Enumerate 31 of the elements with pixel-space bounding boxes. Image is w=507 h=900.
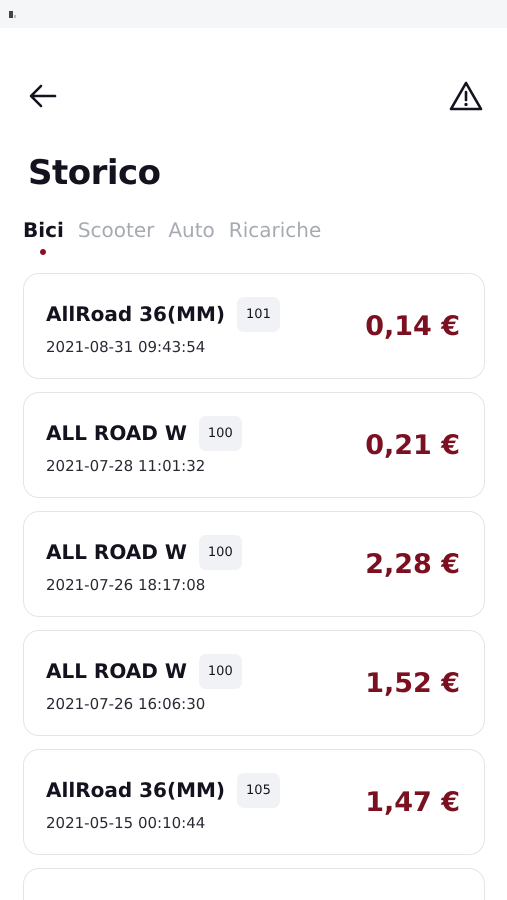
- ride-card[interactable]: ALL ROAD W 100 2021-07-26 18:17:08 2,28 €: [23, 511, 485, 617]
- ride-card[interactable]: AllRoad 36(MM) 101 2021-08-31 09:43:54 0,14 €: [23, 273, 485, 379]
- vehicle-number: 101: [237, 296, 280, 332]
- ride-price: 1,47 €: [365, 786, 460, 818]
- vehicle-number: 100: [198, 416, 242, 450]
- tab[interactable]: Bici: [23, 217, 64, 243]
- ride-date: 2021-05-15 00:10:44: [46, 814, 206, 832]
- ride-price: 2,28 €: [365, 548, 460, 580]
- vehicle-number: 100: [198, 654, 242, 688]
- ride-price: 0,14 €: [365, 310, 460, 342]
- ride-date: 2021-07-28 11:01:32: [46, 456, 206, 474]
- page-title: Storico: [28, 153, 162, 193]
- vehicle-name: ALL ROAD W: [46, 659, 187, 683]
- ride-price: 1,52 €: [365, 668, 460, 698]
- ride-card[interactable]: AllRoad 36(MM) 105 2021-05-15 00:10:44 1,47 €: [23, 749, 485, 855]
- active-tab-dot: [40, 249, 46, 255]
- warning-icon[interactable]: [449, 81, 483, 111]
- vehicle-name: ALL ROAD W: [46, 540, 187, 564]
- ride-date: 2021-08-31 09:43:54: [46, 338, 206, 356]
- vehicle-name: AllRoad 36(MM): [46, 302, 226, 326]
- ride-price: 0,21 €: [365, 430, 460, 460]
- vehicle-number: 100: [198, 534, 242, 570]
- ride-date: 2021-07-26 18:17:08: [46, 576, 206, 594]
- signal-icon: [9, 10, 17, 18]
- back-arrow-icon[interactable]: [29, 84, 57, 108]
- vehicle-name: ALL ROAD W: [46, 421, 187, 445]
- ride-date: 2021-07-26 16:06:30: [46, 694, 206, 712]
- ride-card[interactable]: ALL ROAD W 100 2021-07-26 16:06:30 1,52 €: [23, 630, 485, 736]
- vehicle-name: AllRoad 36(MM): [46, 778, 226, 802]
- vehicle-number: 105: [237, 772, 280, 808]
- ride-card[interactable]: ALL ROAD W 100 2021-07-28 11:01:32 0,21 €: [23, 392, 485, 498]
